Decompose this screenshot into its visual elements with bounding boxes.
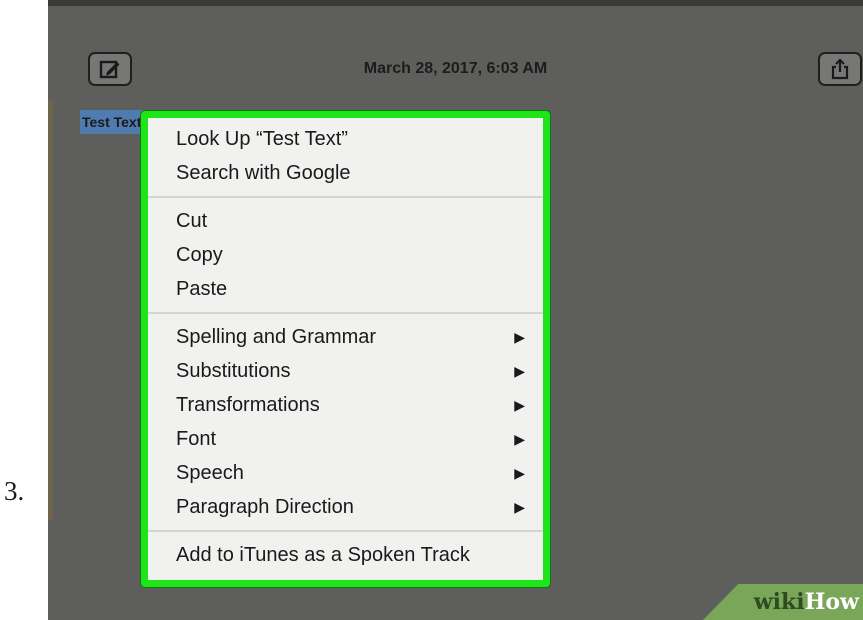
notes-app-screen: March 28, 2017, 6:03 AM Test Text Look U… <box>48 0 863 620</box>
submenu-arrow-icon: ▶ <box>514 329 525 345</box>
menu-item-speech[interactable]: Speech ▶ <box>148 456 543 490</box>
watermark-wiki: wiki <box>753 589 805 615</box>
menu-item-label: Transformations <box>176 394 320 416</box>
submenu-arrow-icon: ▶ <box>514 363 525 379</box>
submenu-arrow-icon: ▶ <box>514 397 525 413</box>
menu-item-label: Paste <box>176 278 228 300</box>
sidebar-edge <box>48 100 53 520</box>
share-button[interactable] <box>818 52 862 86</box>
menu-item-label: Cut <box>176 210 208 232</box>
menu-item-label: Search with Google <box>176 162 351 184</box>
menu-item-add-to-itunes[interactable]: Add to iTunes as a Spoken Track <box>148 538 543 572</box>
window-top-edge <box>48 0 863 6</box>
menu-item-transformations[interactable]: Transformations ▶ <box>148 388 543 422</box>
menu-item-label: Speech <box>176 462 244 484</box>
menu-item-label: Font <box>176 428 217 450</box>
menu-item-label: Substitutions <box>176 360 291 382</box>
submenu-arrow-icon: ▶ <box>514 465 525 481</box>
menu-item-search-google[interactable]: Search with Google <box>148 156 543 190</box>
menu-item-label: Spelling and Grammar <box>176 326 377 348</box>
note-date: March 28, 2017, 6:03 AM <box>363 60 548 77</box>
menu-item-substitutions[interactable]: Substitutions ▶ <box>148 354 543 388</box>
menu-section-submenus: Spelling and Grammar ▶ Substitutions ▶ T… <box>148 314 543 530</box>
menu-section-lookup: Look Up “Test Text” Search with Google <box>148 118 543 196</box>
menu-item-label: Copy <box>176 244 223 266</box>
step-number: 3. <box>4 476 25 506</box>
menu-item-font[interactable]: Font ▶ <box>148 422 543 456</box>
submenu-arrow-icon: ▶ <box>514 499 525 515</box>
context-menu: Look Up “Test Text” Search with Google C… <box>141 111 550 587</box>
menu-item-copy[interactable]: Copy <box>148 238 543 272</box>
menu-item-label: Paragraph Direction <box>176 496 354 518</box>
menu-item-label: Look Up “Test Text” <box>176 128 348 150</box>
share-icon <box>831 58 849 80</box>
menu-item-paste[interactable]: Paste <box>148 272 543 306</box>
menu-section-itunes: Add to iTunes as a Spoken Track <box>148 532 543 572</box>
watermark-how: How <box>804 589 859 615</box>
menu-section-edit: Cut Copy Paste <box>148 198 543 312</box>
menu-item-look-up[interactable]: Look Up “Test Text” <box>148 122 543 156</box>
submenu-arrow-icon: ▶ <box>514 431 525 447</box>
wikihow-watermark: wiki How <box>703 584 863 620</box>
menu-item-cut[interactable]: Cut <box>148 204 543 238</box>
menu-item-label: Add to iTunes as a Spoken Track <box>176 544 470 566</box>
menu-item-paragraph-direction[interactable]: Paragraph Direction ▶ <box>148 490 543 524</box>
menu-item-spelling-grammar[interactable]: Spelling and Grammar ▶ <box>148 320 543 354</box>
